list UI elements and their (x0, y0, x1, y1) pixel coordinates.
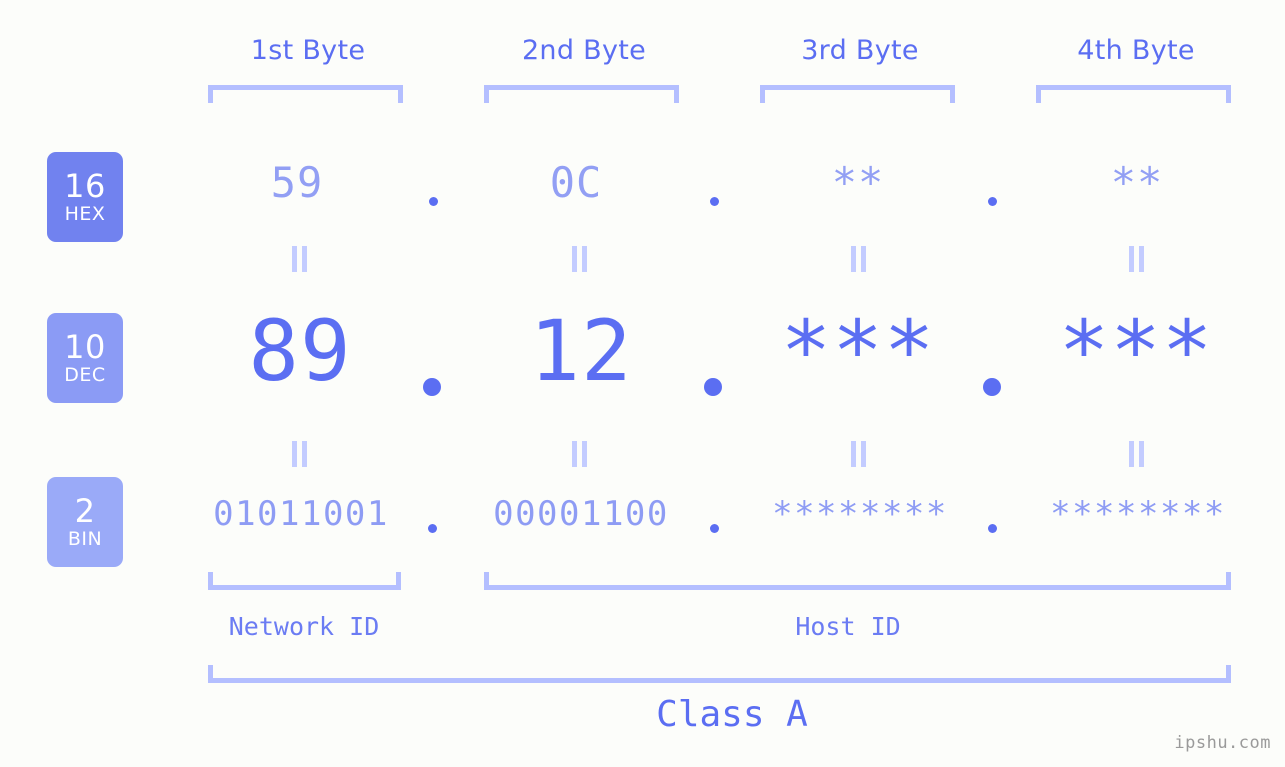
network-id-label: Network ID (228, 612, 380, 641)
base-badge-bin-abbr: BIN (67, 528, 103, 550)
bin-dot-separator-1 (428, 524, 437, 533)
dec-byte-3: *** (780, 302, 936, 400)
base-badge-dec-number: 10 (64, 328, 106, 366)
watermark-ipshu: ipshu.com (1174, 733, 1271, 753)
dec-dot-separator-2 (704, 378, 722, 396)
dec-dot-separator-3 (983, 378, 1001, 396)
bin-byte-2: 00001100 (493, 494, 669, 534)
dec-dot-separator-1 (423, 378, 441, 396)
host-id-bracket (484, 572, 1231, 590)
hex-byte-1: 59 (270, 158, 324, 207)
hex-dot-separator-2 (710, 197, 719, 206)
base-badge-dec-abbr: DEC (64, 364, 106, 386)
class-bracket (208, 665, 1231, 683)
base-badge-hex-number: 16 (64, 167, 106, 205)
hex-dot-separator-3 (988, 197, 997, 206)
hex-dot-separator-1 (429, 197, 438, 206)
hex-byte-2: 0C (549, 158, 603, 207)
byte-bracket-top-1 (208, 85, 403, 103)
base-badge-bin: 2 BIN (47, 477, 123, 567)
base-badge-dec: 10 DEC (47, 313, 123, 403)
equals-connector-dec-bin-4 (1128, 441, 1146, 467)
network-id-bracket (208, 572, 401, 590)
base-badge-bin-number: 2 (74, 492, 96, 530)
equals-connector-hex-dec-4 (1128, 246, 1146, 272)
ip-byte-breakdown-diagram: 1st Byte 2nd Byte 3rd Byte 4th Byte 16 H… (0, 0, 1285, 767)
dec-byte-1: 89 (248, 302, 352, 400)
byte-header-label-1: 1st Byte (250, 35, 366, 66)
bin-byte-3: ******** (772, 494, 948, 534)
byte-header-label-3: 3rd Byte (801, 35, 919, 66)
class-label: Class A (656, 694, 808, 735)
bin-dot-separator-2 (710, 524, 719, 533)
host-id-label: Host ID (795, 612, 901, 641)
byte-bracket-top-3 (760, 85, 955, 103)
dec-byte-2: 12 (529, 302, 633, 400)
equals-connector-hex-dec-1 (291, 246, 309, 272)
byte-bracket-top-4 (1036, 85, 1231, 103)
hex-byte-4: ** (1110, 158, 1164, 207)
base-badge-hex: 16 HEX (47, 152, 123, 242)
hex-byte-3: ** (831, 158, 885, 207)
base-badge-hex-abbr: HEX (64, 203, 106, 225)
equals-connector-dec-bin-3 (850, 441, 868, 467)
bin-byte-1: 01011001 (213, 494, 389, 534)
equals-connector-dec-bin-2 (571, 441, 589, 467)
equals-connector-hex-dec-3 (850, 246, 868, 272)
equals-connector-dec-bin-1 (291, 441, 309, 467)
byte-bracket-top-2 (484, 85, 679, 103)
byte-header-label-4: 4th Byte (1077, 35, 1195, 66)
bin-dot-separator-3 (988, 524, 997, 533)
byte-header-label-2: 2nd Byte (521, 35, 647, 66)
bin-byte-4: ******** (1050, 494, 1226, 534)
dec-byte-4: *** (1058, 302, 1214, 400)
equals-connector-hex-dec-2 (571, 246, 589, 272)
